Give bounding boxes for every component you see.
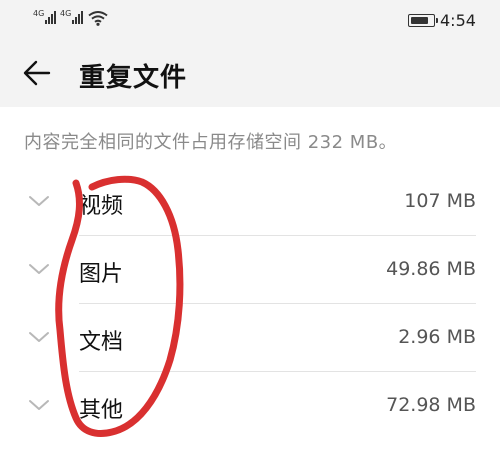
category-name: 图片: [79, 262, 124, 287]
battery-icon: [408, 14, 438, 27]
chevron-down-icon[interactable]: [28, 398, 50, 412]
status-time: 4:54: [440, 11, 476, 30]
category-list: 视频 107 MB 图片 49.86 MB 文档 2.96 MB 其他 72.98 MB: [0, 168, 500, 440]
wifi-icon: [88, 11, 108, 26]
signal-bars-icon: [72, 11, 84, 24]
chevron-down-icon[interactable]: [28, 262, 50, 276]
chevron-down-icon[interactable]: [28, 194, 50, 208]
list-item[interactable]: 文档 2.96 MB: [0, 304, 500, 372]
signal-2-label: 4G: [60, 9, 72, 18]
page-title: 重复文件: [79, 63, 188, 93]
category-name: 文档: [79, 330, 124, 355]
category-name: 其他: [79, 398, 124, 423]
list-item[interactable]: 图片 49.86 MB: [0, 236, 500, 304]
top-bar: 4G 4G 4:54 重复文件: [0, 0, 500, 107]
chevron-down-icon[interactable]: [28, 330, 50, 344]
category-name: 视频: [79, 194, 124, 219]
category-size: 49.86 MB: [386, 258, 476, 280]
signal-bars-icon: [45, 11, 57, 24]
battery-level: [411, 17, 428, 24]
category-size: 72.98 MB: [386, 394, 476, 416]
list-item[interactable]: 视频 107 MB: [0, 168, 500, 236]
storage-description: 内容完全相同的文件占用存储空间 232 MB。: [24, 132, 398, 153]
back-arrow-icon[interactable]: [22, 58, 52, 88]
category-size: 107 MB: [404, 190, 476, 212]
cellular-signal-1: 4G: [33, 9, 57, 24]
list-item[interactable]: 其他 72.98 MB: [0, 372, 500, 440]
status-bar: 4G 4G 4:54: [0, 0, 500, 40]
signal-1-label: 4G: [33, 9, 45, 18]
category-size: 2.96 MB: [398, 326, 476, 348]
cellular-signal-2: 4G: [60, 9, 84, 24]
